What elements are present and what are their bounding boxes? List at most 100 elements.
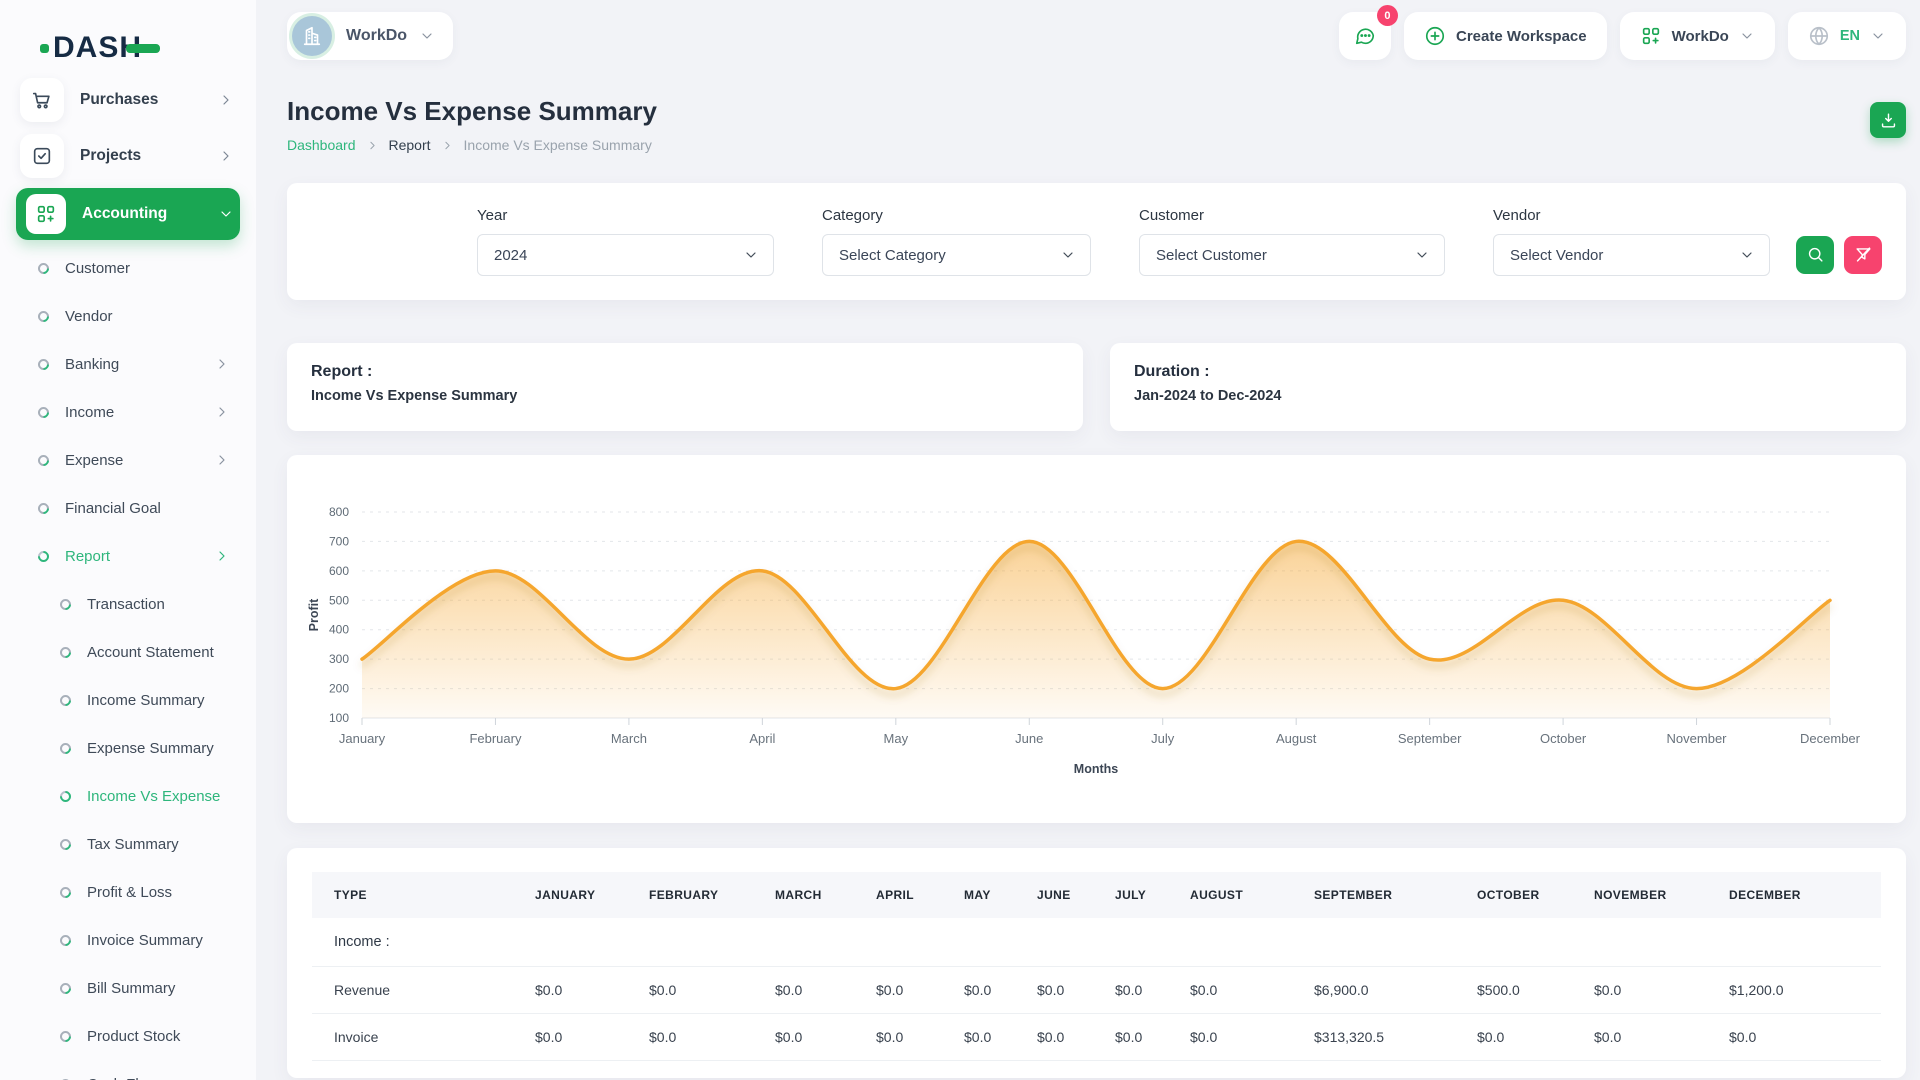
sidebar-item-report[interactable]: Report [16, 532, 240, 580]
category-select[interactable]: Select Category [822, 234, 1091, 276]
sidebar-item-tax-summary[interactable]: Tax Summary [16, 820, 240, 868]
filter-label: Year [477, 207, 774, 224]
apply-filter-button[interactable] [1796, 236, 1834, 274]
sidebar-item-label: Vendor [65, 308, 230, 325]
sidebar-item-income-summary[interactable]: Income Summary [16, 676, 240, 724]
sidebar-item-product-stock[interactable]: Product Stock [16, 1012, 240, 1060]
messages-count-badge: 0 [1377, 5, 1398, 26]
svg-text:September: September [1398, 731, 1462, 746]
logo-bar-icon [126, 44, 160, 53]
download-report-button[interactable] [1870, 102, 1906, 138]
bullet-icon [58, 692, 74, 708]
sidebar-item-invoice-summary[interactable]: Invoice Summary [16, 916, 240, 964]
income-expense-table: TYPEJANUARYFEBRUARYMARCHAPRILMAYJUNEJULY… [312, 872, 1881, 1078]
profit-chart-card: 100200300400500600700800JanuaryFebruaryM… [287, 455, 1906, 823]
workspace-switcher-label: WorkDo [346, 27, 407, 45]
page-header: Income Vs Expense Summary Dashboard Repor… [287, 96, 1906, 153]
chevron-down-icon [1739, 247, 1755, 263]
svg-text:November: November [1667, 731, 1728, 746]
cart-icon [20, 78, 64, 122]
sidebar-item-income-vs-expense[interactable]: Income Vs Expense [16, 772, 240, 820]
app-logo[interactable]: DASH [16, 0, 240, 72]
breadcrumb-dashboard[interactable]: Dashboard [287, 137, 356, 153]
filter-label: Customer [1139, 207, 1445, 224]
vendor-select[interactable]: Select Vendor [1493, 234, 1770, 276]
sidebar-item-label: Expense Summary [87, 740, 230, 757]
plus-circle-icon [1424, 25, 1446, 47]
language-label: EN [1840, 28, 1860, 44]
chevron-right-icon [214, 404, 230, 420]
svg-text:500: 500 [329, 593, 349, 607]
sidebar-item-income[interactable]: Income [16, 388, 240, 436]
chevron-right-icon [214, 356, 230, 372]
sidebar-item-transaction[interactable]: Transaction [16, 580, 240, 628]
year-select[interactable]: 2024 [477, 234, 774, 276]
sidebar-item-accounting[interactable]: Accounting [16, 188, 240, 240]
svg-text:February: February [469, 731, 522, 746]
sidebar-item-label: Projects [80, 147, 218, 165]
svg-text:400: 400 [329, 623, 349, 637]
bullet-icon [36, 356, 52, 372]
bullet-icon [58, 836, 74, 852]
profit-area-chart: 100200300400500600700800JanuaryFebruaryM… [287, 455, 1906, 823]
bullet-icon [36, 260, 52, 276]
bullet-icon [58, 596, 74, 612]
sidebar-item-label: Income Vs Expense [87, 788, 230, 805]
sidebar-item-purchases[interactable]: Purchases [16, 72, 240, 128]
search-icon [1806, 245, 1825, 264]
sidebar-item-label: Income [65, 404, 214, 421]
chevron-down-icon [218, 206, 234, 222]
language-selector[interactable]: EN [1788, 12, 1906, 60]
sidebar-item-account-statement[interactable]: Account Statement [16, 628, 240, 676]
messages-button[interactable]: 0 [1339, 12, 1391, 60]
sidebar-item-projects[interactable]: Projects [16, 128, 240, 184]
customer-select[interactable]: Select Customer [1139, 234, 1445, 276]
column-header-november: NOVEMBER [1572, 872, 1707, 918]
section-row-income: Income : [312, 918, 1881, 967]
chat-icon [1354, 25, 1376, 47]
sidebar-item-vendor[interactable]: Vendor [16, 292, 240, 340]
workspace-menu-button[interactable]: WorkDo [1620, 12, 1775, 60]
sidebar-item-label: Account Statement [87, 644, 230, 661]
sidebar-item-label: Customer [65, 260, 230, 277]
selected-value: 2024 [494, 247, 743, 264]
sidebar-item-bill-summary[interactable]: Bill Summary [16, 964, 240, 1012]
svg-text:March: March [611, 731, 647, 746]
svg-text:600: 600 [329, 564, 349, 578]
logo-dash-icon [40, 44, 49, 53]
selected-value: Select Vendor [1510, 247, 1739, 264]
column-header-june: JUNE [1015, 872, 1093, 918]
breadcrumb-report: Report [389, 137, 431, 153]
sidebar-item-label: Product Stock [87, 1028, 230, 1045]
column-header-type: TYPE [312, 872, 513, 918]
svg-text:100: 100 [329, 711, 349, 725]
reset-filter-button[interactable] [1844, 236, 1882, 274]
sidebar-item-banking[interactable]: Banking [16, 340, 240, 388]
svg-text:December: December [1800, 731, 1861, 746]
chevron-right-icon [214, 452, 230, 468]
sidebar-item-customer[interactable]: Customer [16, 244, 240, 292]
workspace-switcher[interactable]: WorkDo [287, 12, 453, 60]
column-header-april: APRIL [854, 872, 942, 918]
chevron-right-icon [218, 148, 234, 164]
breadcrumb-income-vs-expense-summary: Income Vs Expense Summary [464, 137, 652, 153]
sidebar-item-expense[interactable]: Expense [16, 436, 240, 484]
report-summary-card: Report : Income Vs Expense Summary [287, 343, 1083, 431]
sidebar-item-label: Bill Summary [87, 980, 230, 997]
svg-text:300: 300 [329, 652, 349, 666]
bullet-icon [58, 644, 74, 660]
column-header-march: MARCH [753, 872, 854, 918]
sidebar-item-financial-goal[interactable]: Financial Goal [16, 484, 240, 532]
selected-value: Select Category [839, 247, 1060, 264]
sidebar-item-label: Income Summary [87, 692, 230, 709]
summary-cards: Report : Income Vs Expense Summary Durat… [287, 343, 1906, 431]
sidebar-item-profit-loss[interactable]: Profit & Loss [16, 868, 240, 916]
svg-text:August: August [1276, 731, 1317, 746]
sidebar-item-cash-flow[interactable]: Cash Flow [16, 1060, 240, 1080]
sidebar-item-label: Profit & Loss [87, 884, 230, 901]
chevron-right-icon [218, 92, 234, 108]
column-header-may: MAY [942, 872, 1015, 918]
sidebar-item-expense-summary[interactable]: Expense Summary [16, 724, 240, 772]
svg-text:May: May [884, 731, 909, 746]
create-workspace-button[interactable]: Create Workspace [1404, 12, 1607, 60]
